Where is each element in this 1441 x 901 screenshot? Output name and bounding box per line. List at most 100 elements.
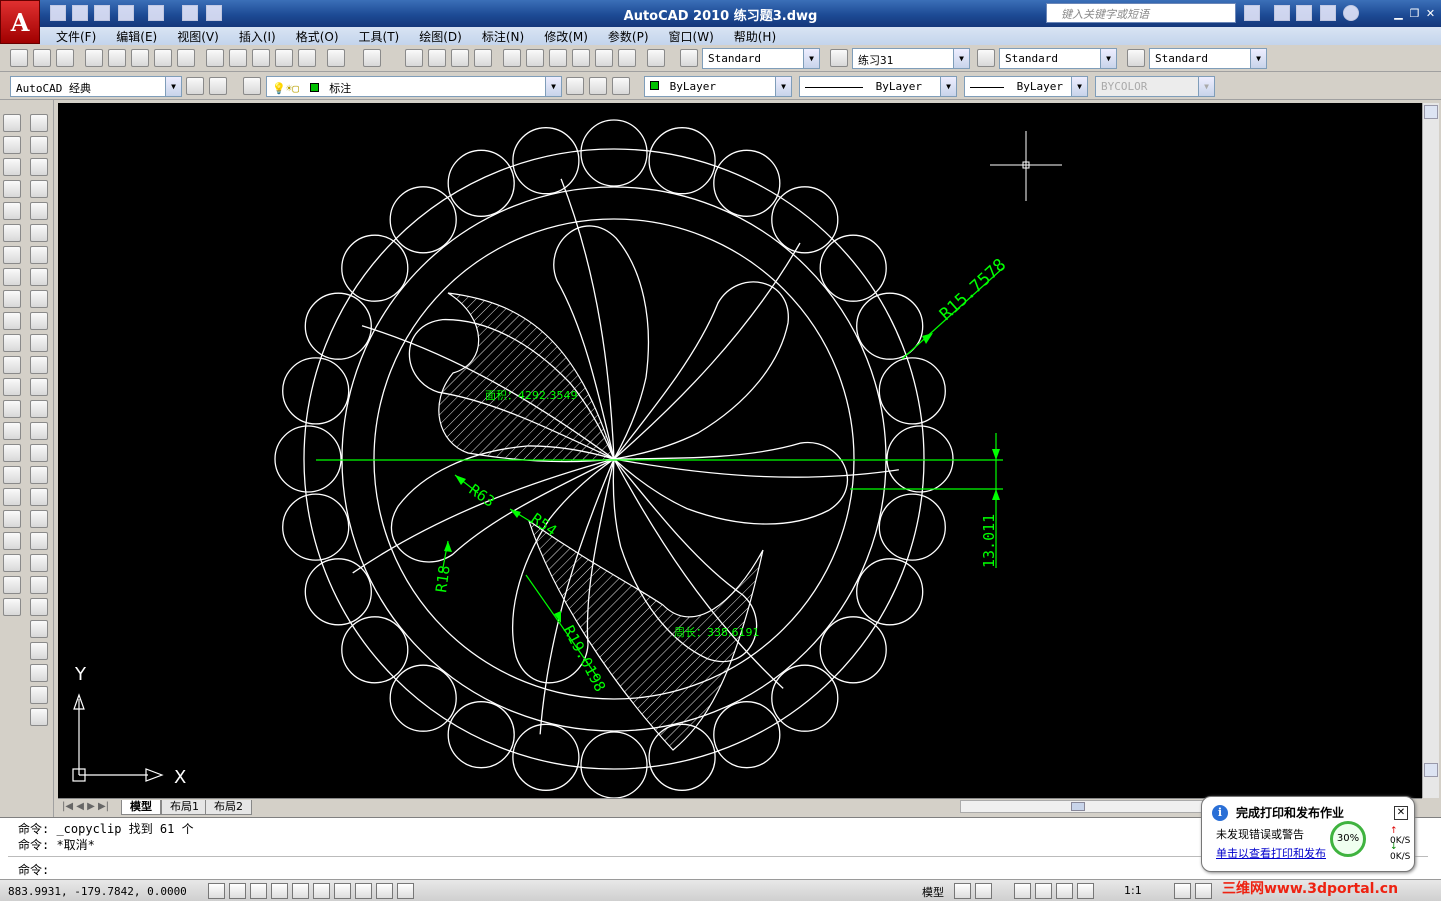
drawing-canvas[interactable]: R15.7578 R63 R54 R18 R19.0198 13.011 面积：… <box>58 103 1422 799</box>
trim-icon[interactable] <box>30 312 48 330</box>
hatch-icon[interactable] <box>3 422 21 440</box>
markup-icon[interactable] <box>595 49 613 67</box>
scale-icon[interactable] <box>30 268 48 286</box>
snap-tracking-icon[interactable] <box>334 883 351 899</box>
insert-block-icon[interactable] <box>3 356 21 374</box>
multileader-style-select[interactable]: Standard ▼ <box>1149 48 1267 69</box>
plot-preview-icon[interactable] <box>108 49 126 67</box>
vertical-scrollbar[interactable] <box>1422 103 1439 798</box>
minimize-button[interactable]: ▁ <box>1392 7 1405 20</box>
ordinate-dim-icon[interactable] <box>30 554 48 572</box>
infer-constraints-icon[interactable] <box>208 883 225 899</box>
tab-layout2[interactable]: 布局2 <box>205 800 252 815</box>
break-at-point-icon[interactable] <box>30 356 48 374</box>
menu-view[interactable]: 视图(V) <box>167 28 229 45</box>
stretch-icon[interactable] <box>30 290 48 308</box>
new-file-icon[interactable] <box>50 5 66 21</box>
undo-icon[interactable] <box>327 49 345 67</box>
quick-view-layouts-icon[interactable] <box>954 883 971 899</box>
dynamic-input-icon[interactable] <box>376 883 393 899</box>
layer-tool-1-icon[interactable] <box>3 532 21 550</box>
app-menu-button[interactable]: A <box>0 0 40 44</box>
menu-modify[interactable]: 修改(M) <box>534 28 598 45</box>
text-style-icon[interactable] <box>680 49 698 67</box>
close-icon[interactable]: ✕ <box>1394 806 1408 820</box>
menu-draw[interactable]: 绘图(D) <box>409 28 472 45</box>
circle-icon[interactable] <box>3 246 21 264</box>
layer-select[interactable]: 💡☀▢ 标注 ▼ <box>266 76 562 97</box>
paste-icon[interactable] <box>252 49 270 67</box>
polygon-icon[interactable] <box>3 180 21 198</box>
copy-icon[interactable] <box>229 49 247 67</box>
match-properties-icon[interactable] <box>275 49 293 67</box>
move-icon[interactable] <box>30 224 48 242</box>
extend-icon[interactable] <box>30 334 48 352</box>
save-icon[interactable] <box>56 49 74 67</box>
3dwf-icon[interactable] <box>154 49 172 67</box>
command-prompt[interactable]: 命令: <box>18 861 49 878</box>
cursor-coordinates[interactable]: 883.9931, -179.7842, 0.0000 <box>8 885 187 898</box>
break-icon[interactable] <box>30 378 48 396</box>
quick-dim-icon[interactable] <box>30 664 48 682</box>
multileader-style-icon[interactable] <box>1127 49 1145 67</box>
layer-tool-2-icon[interactable] <box>3 554 21 572</box>
annotation-visibility-icon[interactable] <box>1174 883 1191 899</box>
tab-nav-arrows[interactable]: |◀ ◀ ▶ ▶| <box>62 801 109 812</box>
lineweight-select[interactable]: ByLayer ▼ <box>964 76 1088 97</box>
search-input[interactable]: 键入关键字或短语 <box>1046 3 1236 23</box>
wrench-icon[interactable] <box>1274 5 1290 21</box>
arc-length-dim-icon[interactable] <box>30 532 48 550</box>
multiline-text-icon[interactable] <box>3 510 21 528</box>
notification-link[interactable]: 单击以查看打印和发布 <box>1216 845 1326 861</box>
ellipse-arc-icon[interactable] <box>3 334 21 352</box>
menu-edit[interactable]: 编辑(E) <box>106 28 167 45</box>
scroll-thumb[interactable] <box>1071 802 1085 811</box>
zoom-window-icon[interactable] <box>451 49 469 67</box>
table-style-icon[interactable] <box>977 49 995 67</box>
plot-icon[interactable] <box>85 49 103 67</box>
auto-scale-icon[interactable] <box>1195 883 1212 899</box>
quick-view-drawings-icon[interactable] <box>975 883 992 899</box>
open-icon[interactable] <box>33 49 51 67</box>
color-select[interactable]: ByLayer ▼ <box>644 76 792 97</box>
fillet-icon[interactable] <box>30 444 48 462</box>
make-block-icon[interactable] <box>3 378 21 396</box>
open-file-icon[interactable] <box>72 5 88 21</box>
lineweight-toggle-icon[interactable] <box>397 883 414 899</box>
qnew-icon[interactable] <box>10 49 28 67</box>
help-icon[interactable] <box>647 49 665 67</box>
steering-wheel-icon[interactable] <box>1056 883 1073 899</box>
text-style-select[interactable]: Standard ▼ <box>702 48 820 69</box>
scroll-down-button[interactable] <box>1424 763 1438 777</box>
polar-tracking-icon[interactable] <box>292 883 309 899</box>
point-icon[interactable] <box>3 400 21 418</box>
redo-icon[interactable] <box>363 49 381 67</box>
menu-file[interactable]: 文件(F) <box>46 28 106 45</box>
linear-dim-icon[interactable] <box>30 488 48 506</box>
angular-dim-icon[interactable] <box>30 642 48 660</box>
star-icon[interactable] <box>1320 5 1336 21</box>
offset-icon[interactable] <box>30 180 48 198</box>
copy-object-icon[interactable] <box>30 136 48 154</box>
properties-icon[interactable] <box>503 49 521 67</box>
grid-display-icon[interactable] <box>250 883 267 899</box>
publish-icon[interactable] <box>131 49 149 67</box>
zoom-previous-icon[interactable] <box>474 49 492 67</box>
rectangle-icon[interactable] <box>3 202 21 220</box>
menu-parametric[interactable]: 参数(P) <box>598 28 659 45</box>
showmotion-icon[interactable] <box>1077 883 1094 899</box>
radius-dim-icon[interactable] <box>30 576 48 594</box>
scroll-up-button[interactable] <box>1424 105 1438 119</box>
layer-tool-4-icon[interactable] <box>3 598 21 616</box>
print-icon[interactable] <box>182 5 198 21</box>
arc-icon[interactable] <box>3 224 21 242</box>
menu-dimension[interactable]: 标注(N) <box>472 28 534 45</box>
help-icon[interactable] <box>1343 5 1359 21</box>
menu-format[interactable]: 格式(O) <box>286 28 349 45</box>
layer-tool-3-icon[interactable] <box>3 576 21 594</box>
snap-mode-icon[interactable] <box>229 883 246 899</box>
mirror-icon[interactable] <box>30 158 48 176</box>
redo-icon[interactable] <box>148 5 164 21</box>
menu-insert[interactable]: 插入(I) <box>229 28 286 45</box>
explode-icon[interactable] <box>30 466 48 484</box>
